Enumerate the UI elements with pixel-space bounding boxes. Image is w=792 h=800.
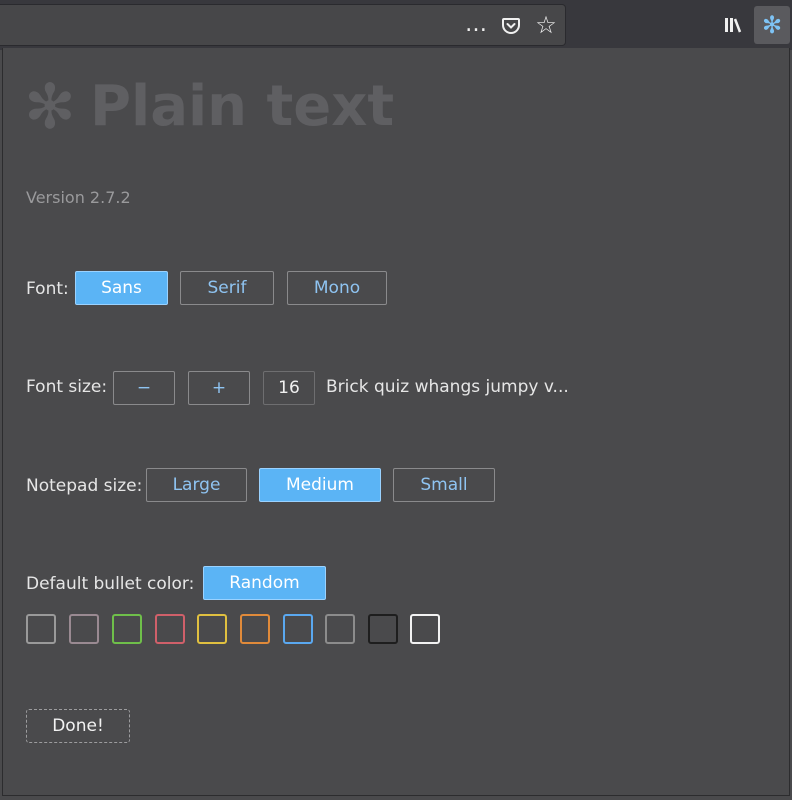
color-swatch-1[interactable] <box>26 614 56 644</box>
font-sample-text: Brick quiz whangs jumpy v... <box>326 377 569 397</box>
random-color-button[interactable]: Random <box>203 566 326 600</box>
font-size-increase-button[interactable]: + <box>188 371 250 405</box>
font-size-decrease-button[interactable]: − <box>113 371 175 405</box>
bullet-color-label: Default bullet color: <box>26 574 195 594</box>
app-title: ✻ Plain text <box>24 70 394 143</box>
notepad-large-button[interactable]: Large <box>146 468 247 502</box>
color-swatch-6[interactable] <box>240 614 270 644</box>
notepad-medium-button[interactable]: Medium <box>259 468 381 502</box>
color-swatch-4[interactable] <box>155 614 185 644</box>
notepad-size-label: Notepad size: <box>26 476 143 496</box>
app-title-text: Plain text <box>89 74 395 139</box>
font-size-label: Font size: <box>26 377 108 397</box>
notepad-small-button[interactable]: Small <box>393 468 495 502</box>
options-panel <box>2 48 790 796</box>
extension-button-active[interactable]: ✻ <box>754 6 790 44</box>
color-swatch-7[interactable] <box>283 614 313 644</box>
font-mono-button[interactable]: Mono <box>287 271 387 305</box>
font-size-value[interactable]: 16 <box>263 371 315 405</box>
color-swatch-8[interactable] <box>325 614 355 644</box>
font-sans-button[interactable]: Sans <box>75 271 168 305</box>
color-swatch-5[interactable] <box>197 614 227 644</box>
more-actions-icon[interactable]: … <box>464 14 488 36</box>
done-button[interactable]: Done! <box>26 709 130 743</box>
bookmark-star-icon[interactable]: ☆ <box>534 13 558 37</box>
font-serif-button[interactable]: Serif <box>180 271 274 305</box>
plain-text-extension-icon: ✻ <box>761 11 783 39</box>
browser-toolbar: … ☆ ✻ <box>0 0 792 50</box>
color-swatch-9[interactable] <box>368 614 398 644</box>
asterisk-logo-icon: ✻ <box>24 70 76 143</box>
color-swatch-10[interactable] <box>410 614 440 644</box>
pocket-icon[interactable] <box>500 14 522 36</box>
font-label: Font: <box>26 279 69 299</box>
color-swatch-3[interactable] <box>112 614 142 644</box>
color-swatch-2[interactable] <box>69 614 99 644</box>
version-label: Version 2.7.2 <box>26 188 131 207</box>
library-icon[interactable] <box>722 14 744 36</box>
